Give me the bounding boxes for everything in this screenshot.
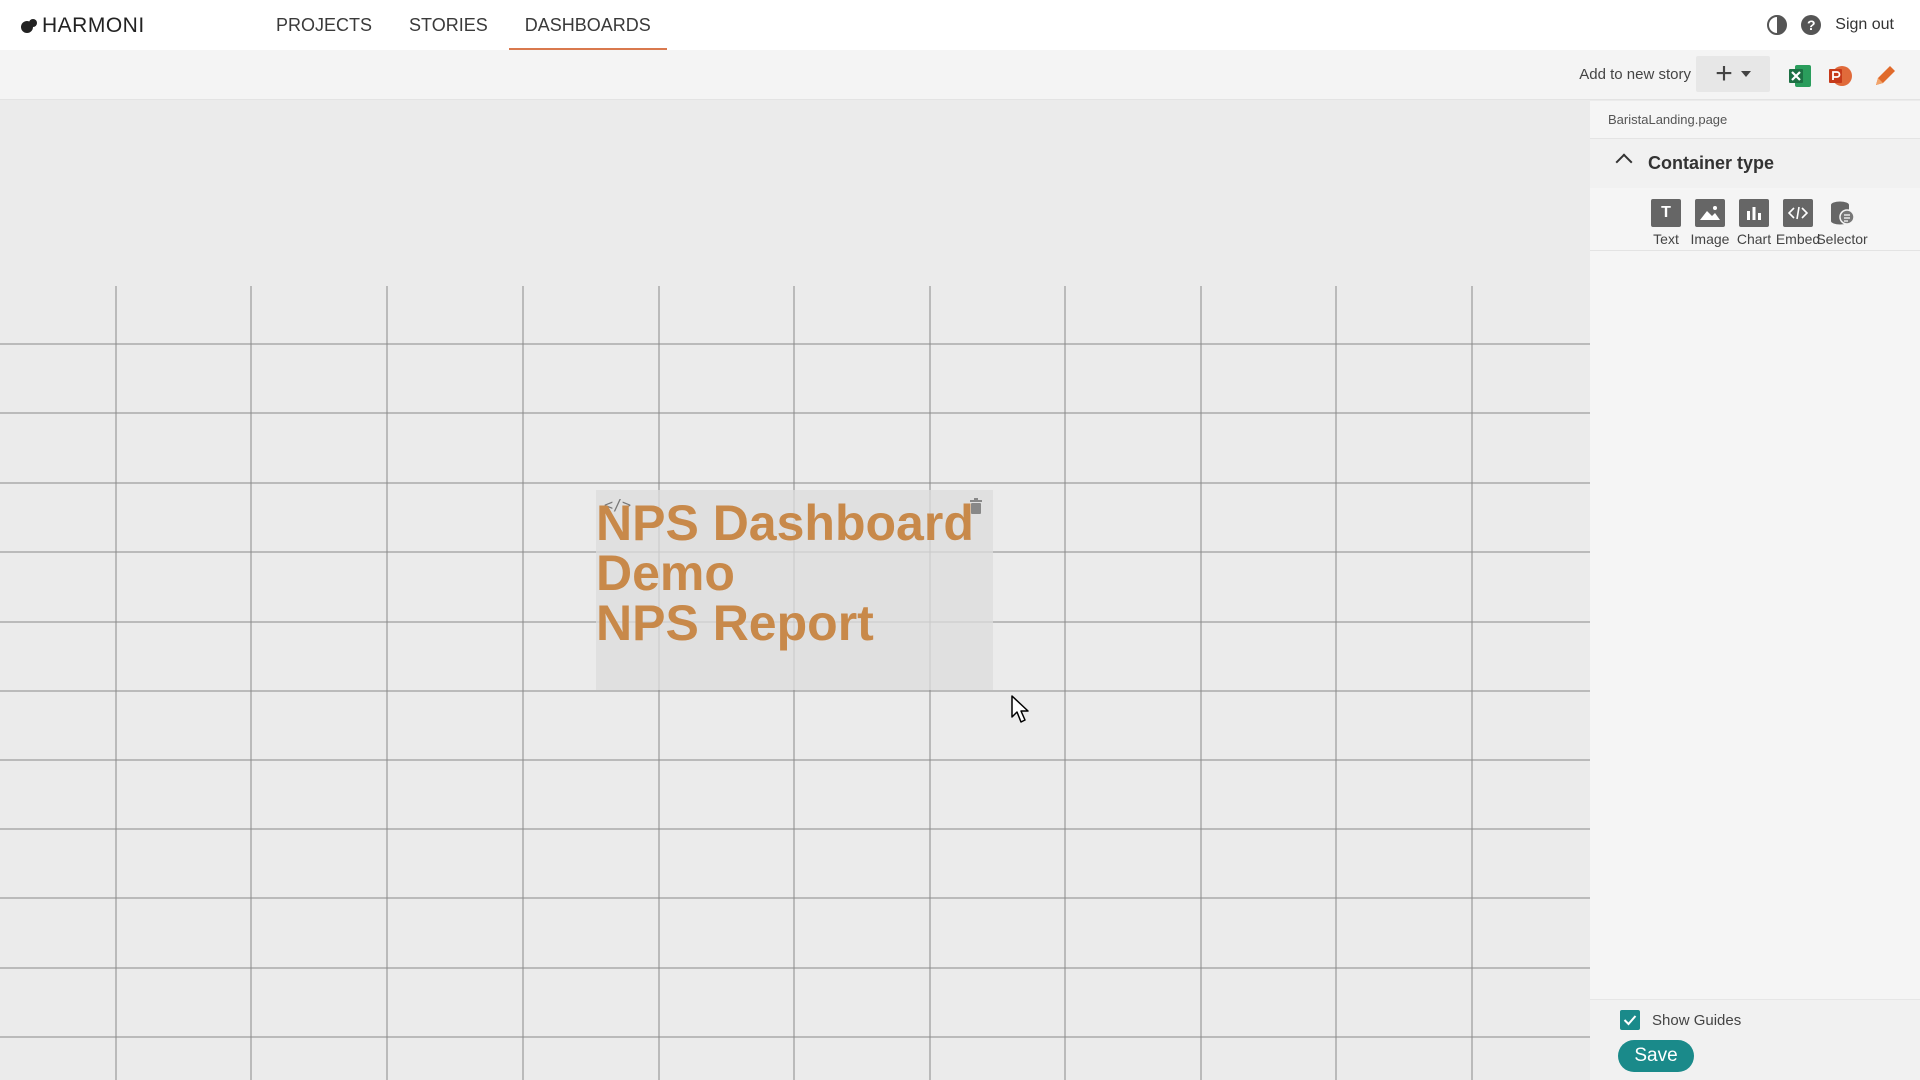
chevron-up-icon[interactable] (1615, 153, 1633, 171)
tab-dashboards[interactable]: DASHBOARDS (508, 0, 667, 50)
checkmark-icon (1623, 1015, 1637, 1026)
container-type-chart[interactable]: Chart (1732, 199, 1776, 247)
show-guides-label: Show Guides (1652, 1011, 1742, 1029)
container-title-line-3: NPS Report (596, 595, 874, 651)
container-type-label: Image (1690, 231, 1730, 247)
container-type-section-header[interactable]: Container type (1590, 138, 1920, 188)
plus-icon: + (1715, 57, 1733, 90)
page-name: BaristaLanding.page (1608, 112, 1728, 127)
container-type-list: T Text Image Chart Embed Selector (1644, 199, 1868, 247)
container-type-label: Selector (1816, 231, 1868, 247)
app-name: HARMONI (42, 14, 145, 37)
container-type-title: Container type (1648, 153, 1775, 173)
main-nav-tabs: PROJECTS STORIES DASHBOARDS (260, 0, 672, 50)
help-icon[interactable]: ? (1801, 15, 1822, 35)
container-type-selector[interactable]: Selector (1816, 199, 1868, 247)
harmoni-logo[interactable]: HARMONI (20, 14, 145, 38)
container-title-line-1: NPS Dashboard (596, 495, 974, 551)
chevron-down-icon (1740, 71, 1751, 77)
panel-footer: Show Guides Save (1590, 999, 1920, 1080)
show-guides-row[interactable]: Show Guides (1620, 1010, 1741, 1030)
add-to-story-dropdown-button[interactable]: + (1696, 56, 1770, 92)
container-type-image[interactable]: Image (1688, 199, 1732, 247)
powerpoint-export-icon[interactable] (1827, 63, 1853, 89)
tab-stories[interactable]: STORIES (393, 0, 504, 50)
container-title-line-2: Demo (596, 545, 735, 601)
sign-out-link[interactable]: Sign out (1835, 16, 1894, 34)
edit-pencil-icon[interactable] (1872, 63, 1898, 89)
save-button[interactable]: Save (1618, 1040, 1694, 1072)
text-icon: T (1651, 199, 1681, 227)
add-to-new-story-label: Add to new story (1579, 66, 1691, 83)
contrast-toggle-icon[interactable] (1767, 15, 1788, 35)
chart-icon (1739, 199, 1769, 227)
excel-export-icon[interactable] (1787, 63, 1813, 89)
mouse-cursor-icon (1011, 695, 1029, 723)
container-type-text[interactable]: T Text (1644, 199, 1688, 247)
panel-divider (1590, 250, 1920, 251)
container-content: NPS Dashboard Demo NPS Report (596, 498, 974, 648)
properties-panel: BaristaLanding.page Container type T Tex… (1590, 101, 1920, 1080)
selector-icon (1827, 199, 1857, 227)
embed-container[interactable]: </> NPS Dashboard Demo NPS Report (596, 490, 993, 690)
container-type-embed[interactable]: Embed (1776, 199, 1820, 247)
show-guides-checkbox[interactable] (1620, 1010, 1640, 1030)
tab-projects[interactable]: PROJECTS (260, 0, 388, 50)
container-type-label: Chart (1736, 231, 1772, 247)
embed-icon (1783, 199, 1813, 227)
top-navigation-bar: HARMONI PROJECTS STORIES DASHBOARDS ? Si… (0, 0, 1920, 50)
container-type-label: Text (1653, 231, 1679, 247)
image-icon (1695, 199, 1725, 227)
dashboard-toolbar: Add to new story + (0, 50, 1920, 100)
top-right-actions: ? Sign out (1767, 0, 1894, 50)
container-type-label: Embed (1775, 231, 1821, 247)
harmoni-logo-icon (21, 19, 37, 33)
